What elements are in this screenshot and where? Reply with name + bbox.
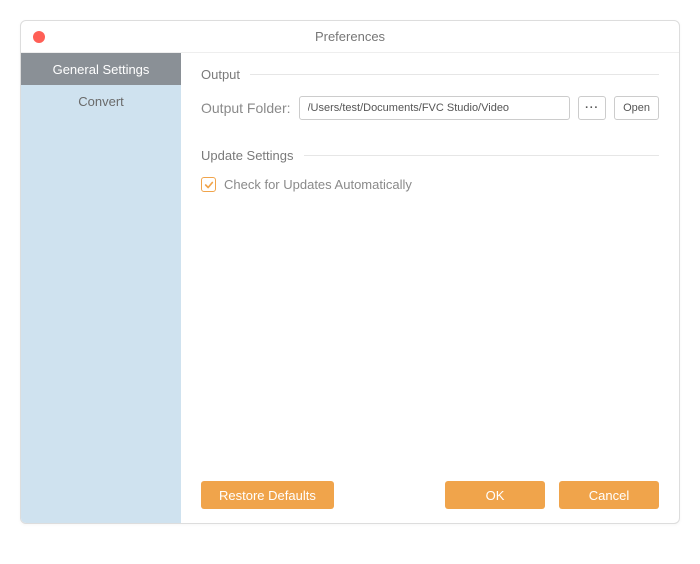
output-folder-input[interactable] [299,96,571,120]
restore-defaults-button[interactable]: Restore Defaults [201,481,334,509]
section-title: Output [201,67,240,82]
footer: Restore Defaults OK Cancel [201,481,659,509]
sidebar-item-label: General Settings [53,62,150,77]
sidebar-item-general-settings[interactable]: General Settings [21,53,181,85]
ok-button[interactable]: OK [445,481,545,509]
check-updates-row: Check for Updates Automatically [201,177,659,192]
output-folder-row: Output Folder: ··· Open [201,96,659,120]
window-body: General Settings Convert Output Output F… [21,53,679,523]
cancel-button[interactable]: Cancel [559,481,659,509]
section-header-output: Output [201,67,659,82]
preferences-window: Preferences General Settings Convert Out… [20,20,680,524]
spacer [201,192,659,481]
content-pane: Output Output Folder: ··· Open Update Se… [181,53,679,523]
close-icon[interactable] [33,31,45,43]
checkmark-icon [204,180,214,190]
sidebar-item-label: Convert [78,94,124,109]
section-header-update: Update Settings [201,148,659,163]
check-updates-checkbox[interactable] [201,177,216,192]
divider [250,74,659,75]
output-folder-label: Output Folder: [201,100,291,116]
browse-button[interactable]: ··· [578,96,606,120]
sidebar-item-convert[interactable]: Convert [21,85,181,117]
window-title: Preferences [21,29,679,44]
sidebar: General Settings Convert [21,53,181,523]
titlebar: Preferences [21,21,679,53]
check-updates-label: Check for Updates Automatically [224,177,412,192]
section-title: Update Settings [201,148,294,163]
open-folder-button[interactable]: Open [614,96,659,120]
divider [304,155,659,156]
